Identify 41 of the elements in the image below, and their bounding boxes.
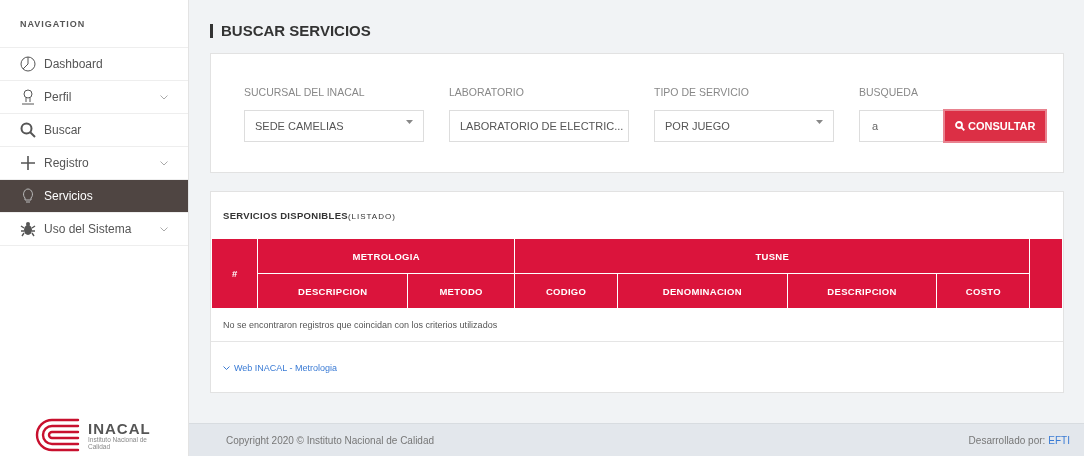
table-header: METODO — [407, 273, 515, 309]
pie-chart-icon — [20, 56, 36, 72]
chevron-down-icon — [223, 366, 230, 370]
copyright-text: Copyright 2020 © Instituto Nacional de Calidad — [226, 434, 436, 446]
sidebar-item[interactable]: Dashboard — [0, 48, 188, 81]
field-label: TIPO DE SERVICIO — [654, 86, 750, 98]
table-header: # — [211, 238, 258, 309]
navigation-heading: NAVIGATION — [0, 0, 188, 48]
table-group-header: METROLOGIA — [257, 238, 515, 274]
select-field[interactable]: LABORATORIO DE ELECTRIC... — [449, 110, 629, 142]
table-header: DESCRIPCION — [257, 273, 408, 309]
select-field[interactable]: SEDE CAMELIAS — [244, 110, 424, 142]
user-icon — [20, 89, 36, 105]
logo-wordmark: INACAL — [88, 420, 151, 436]
field-label: LABORATORIO — [449, 86, 525, 98]
empty-message: No se encontraron registros que coincidan con los criterios utilizados — [211, 309, 1063, 342]
consultar-button[interactable]: CONSULTAR — [943, 109, 1048, 143]
dropdown-caret-icon — [406, 120, 413, 124]
search-icon — [20, 122, 36, 138]
sidebar-item[interactable]: Perfil — [0, 81, 188, 114]
table-header: COSTO — [936, 273, 1030, 309]
dropdown-caret-icon — [816, 120, 823, 124]
web-link[interactable]: Web INACAL - Metrologia — [223, 363, 338, 373]
lightbulb-icon — [20, 188, 36, 204]
table-header: DESCRIPCION — [787, 273, 937, 309]
search-icon — [955, 121, 965, 131]
results-title: SERVICIOS DISPONIBLES(LISTADO) — [222, 209, 397, 223]
page-title: BUSCAR SERVICIOS — [210, 24, 1064, 38]
table-header: CODIGO — [514, 273, 618, 309]
select-field[interactable]: POR JUEGO — [654, 110, 834, 142]
credit-text: Desarrollado por: — [968, 434, 1046, 446]
field-label: BUSQUEDA — [859, 86, 919, 98]
table-group-header: TUSNE — [514, 238, 1030, 274]
table-header: DENOMINACION — [617, 273, 788, 309]
bug-icon — [20, 221, 36, 237]
sidebar-item[interactable]: Buscar — [0, 114, 188, 147]
sidebar-item[interactable]: Uso del Sistema — [0, 213, 188, 246]
plus-icon — [20, 155, 36, 171]
sidebar-item[interactable]: Servicios — [0, 180, 188, 213]
developer-link[interactable]: EFTI — [1048, 434, 1070, 446]
field-label: SUCURSAL DEL INACAL — [244, 86, 366, 98]
